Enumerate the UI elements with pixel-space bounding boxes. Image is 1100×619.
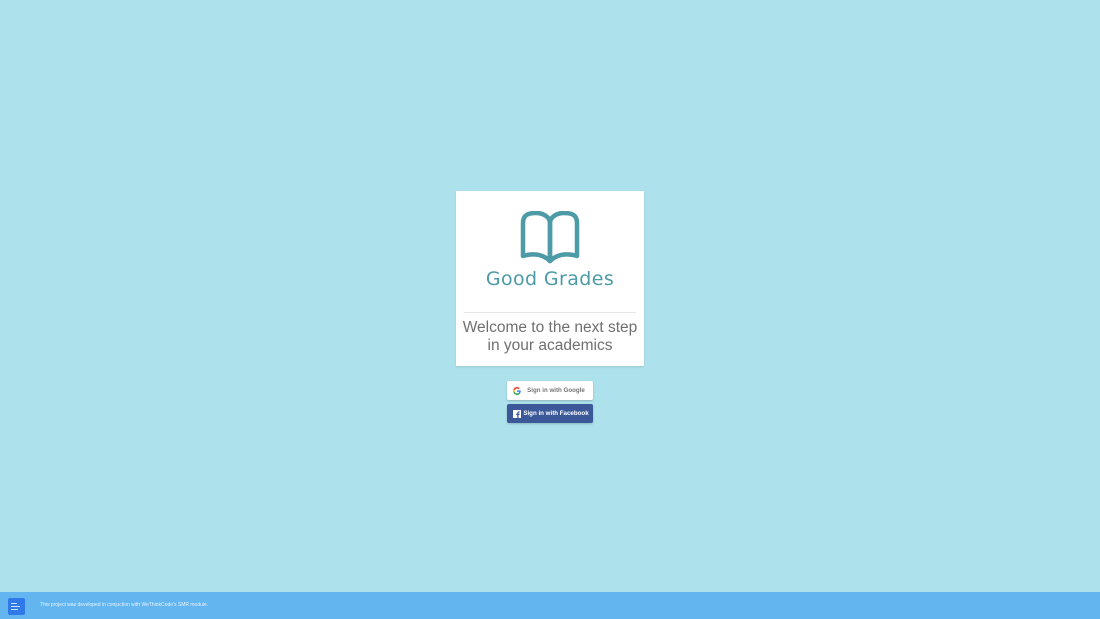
footer-text: This project was developed in conjuction… bbox=[40, 602, 209, 608]
welcome-card: Good Grades Welcome to the next step in … bbox=[456, 191, 644, 366]
welcome-line-2: in your academics bbox=[487, 337, 613, 354]
facebook-sign-in-label: Sign in with Facebook bbox=[523, 410, 589, 417]
google-sign-in-label: Sign in with Google bbox=[527, 387, 585, 394]
brand-logo: Good Grades bbox=[456, 211, 644, 291]
facebook-sign-in-button[interactable]: Sign in with Facebook bbox=[507, 404, 593, 423]
welcome-message: Welcome to the next step in your academi… bbox=[456, 319, 644, 355]
open-book-icon bbox=[520, 211, 580, 264]
google-icon bbox=[512, 386, 522, 396]
facebook-icon bbox=[512, 409, 522, 419]
welcome-line-1: Welcome to the next step bbox=[462, 319, 638, 336]
card-divider bbox=[464, 312, 636, 313]
footer: This project was developed in conjuction… bbox=[0, 592, 1100, 619]
google-sign-in-button[interactable]: Sign in with Google bbox=[507, 381, 593, 400]
wethinkcode-logo-icon bbox=[8, 598, 25, 615]
login-page: Good Grades Welcome to the next step in … bbox=[0, 0, 1100, 619]
brand-name: Good Grades bbox=[485, 268, 615, 290]
